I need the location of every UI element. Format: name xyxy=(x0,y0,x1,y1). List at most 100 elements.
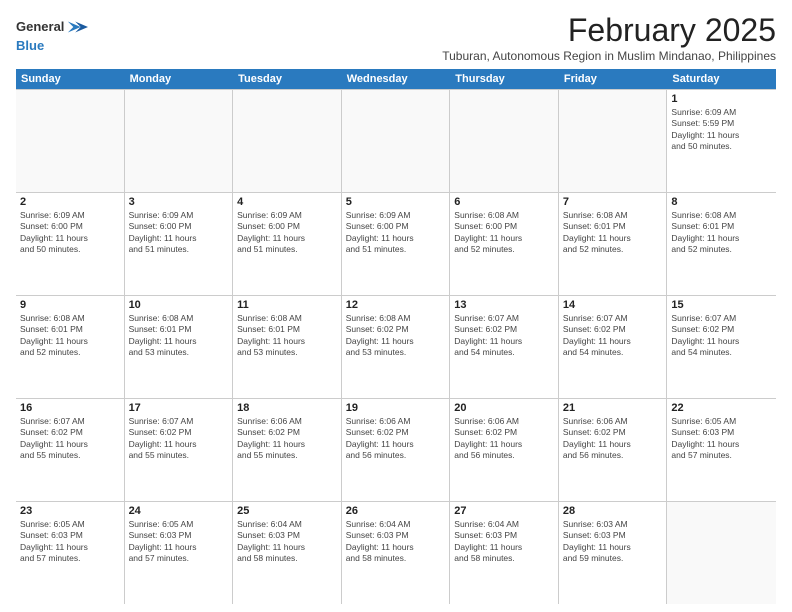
day-number-14: 14 xyxy=(563,299,663,311)
calendar-cell-r3-c3: 19 Sunrise: 6:06 AM Sunset: 6:02 PM Dayli… xyxy=(342,399,451,501)
day-number-24: 24 xyxy=(129,505,229,517)
day-info-27: Sunrise: 6:04 AM Sunset: 6:03 PM Dayligh… xyxy=(454,519,554,565)
header-tuesday: Tuesday xyxy=(233,69,342,89)
day-info-15: Sunrise: 6:07 AM Sunset: 6:02 PM Dayligh… xyxy=(671,313,772,359)
logo-text-general: General xyxy=(16,19,64,35)
day-info-8: Sunrise: 6:08 AM Sunset: 6:01 PM Dayligh… xyxy=(671,210,772,256)
day-info-24: Sunrise: 6:05 AM Sunset: 6:03 PM Dayligh… xyxy=(129,519,229,565)
calendar-cell-r1-c2: 4 Sunrise: 6:09 AM Sunset: 6:00 PM Daylig… xyxy=(233,193,342,295)
calendar-cell-r1-c6: 8 Sunrise: 6:08 AM Sunset: 6:01 PM Daylig… xyxy=(667,193,776,295)
calendar-cell-r4-c3: 26 Sunrise: 6:04 AM Sunset: 6:03 PM Dayli… xyxy=(342,502,451,604)
day-info-4: Sunrise: 6:09 AM Sunset: 6:00 PM Dayligh… xyxy=(237,210,337,256)
calendar-cell-r2-c2: 11 Sunrise: 6:08 AM Sunset: 6:01 PM Dayli… xyxy=(233,296,342,398)
day-number-26: 26 xyxy=(346,505,446,517)
day-number-22: 22 xyxy=(671,402,772,414)
day-info-17: Sunrise: 6:07 AM Sunset: 6:02 PM Dayligh… xyxy=(129,416,229,462)
day-number-9: 9 xyxy=(20,299,120,311)
page: General Blue February 2025 Tuburan, Auto… xyxy=(0,0,792,612)
day-number-20: 20 xyxy=(454,402,554,414)
day-info-21: Sunrise: 6:06 AM Sunset: 6:02 PM Dayligh… xyxy=(563,416,663,462)
day-number-23: 23 xyxy=(20,505,120,517)
calendar-cell-r1-c0: 2 Sunrise: 6:09 AM Sunset: 6:00 PM Daylig… xyxy=(16,193,125,295)
day-number-7: 7 xyxy=(563,196,663,208)
title-block: February 2025 Tuburan, Autonomous Region… xyxy=(442,12,776,63)
calendar-row-4: 23 Sunrise: 6:05 AM Sunset: 6:03 PM Dayli… xyxy=(16,502,776,604)
day-info-10: Sunrise: 6:08 AM Sunset: 6:01 PM Dayligh… xyxy=(129,313,229,359)
day-number-15: 15 xyxy=(671,299,772,311)
calendar-cell-r2-c3: 12Sunrise: 6:08 AM Sunset: 6:02 PM Dayli… xyxy=(342,296,451,398)
calendar-cell-r0-c6: 1 Sunrise: 6:09 AM Sunset: 5:59 PM Daylig… xyxy=(667,90,776,192)
calendar-cell-r1-c4: 6Sunrise: 6:08 AM Sunset: 6:00 PM Daylig… xyxy=(450,193,559,295)
day-number-11: 11 xyxy=(237,299,337,311)
day-info-22: Sunrise: 6:05 AM Sunset: 6:03 PM Dayligh… xyxy=(671,416,772,462)
day-info-25: Sunrise: 6:04 AM Sunset: 6:03 PM Dayligh… xyxy=(237,519,337,565)
header-friday: Friday xyxy=(559,69,668,89)
day-number-18: 18 xyxy=(237,402,337,414)
day-info-6: Sunrise: 6:08 AM Sunset: 6:00 PM Dayligh… xyxy=(454,210,554,256)
header-saturday: Saturday xyxy=(667,69,776,89)
day-info-1: Sunrise: 6:09 AM Sunset: 5:59 PM Dayligh… xyxy=(671,107,772,153)
month-year-title: February 2025 xyxy=(442,12,776,49)
day-number-12: 12 xyxy=(346,299,446,311)
day-number-5: 5 xyxy=(346,196,446,208)
calendar-cell-r4-c0: 23 Sunrise: 6:05 AM Sunset: 6:03 PM Dayli… xyxy=(16,502,125,604)
calendar-cell-r3-c2: 18 Sunrise: 6:06 AM Sunset: 6:02 PM Dayli… xyxy=(233,399,342,501)
day-info-16: Sunrise: 6:07 AM Sunset: 6:02 PM Dayligh… xyxy=(20,416,120,462)
day-number-3: 3 xyxy=(129,196,229,208)
calendar-cell-r1-c3: 5 Sunrise: 6:09 AM Sunset: 6:00 PM Daylig… xyxy=(342,193,451,295)
logo-arrow-icon xyxy=(66,16,88,38)
calendar-cell-r2-c4: 13 Sunrise: 6:07 AM Sunset: 6:02 PM Dayli… xyxy=(450,296,559,398)
day-number-25: 25 xyxy=(237,505,337,517)
day-info-18: Sunrise: 6:06 AM Sunset: 6:02 PM Dayligh… xyxy=(237,416,337,462)
calendar-cell-r4-c2: 25 Sunrise: 6:04 AM Sunset: 6:03 PM Dayli… xyxy=(233,502,342,604)
day-info-13: Sunrise: 6:07 AM Sunset: 6:02 PM Dayligh… xyxy=(454,313,554,359)
day-info-3: Sunrise: 6:09 AM Sunset: 6:00 PM Dayligh… xyxy=(129,210,229,256)
calendar-cell-r4-c1: 24 Sunrise: 6:05 AM Sunset: 6:03 PM Dayli… xyxy=(125,502,234,604)
day-number-4: 4 xyxy=(237,196,337,208)
day-number-2: 2 xyxy=(20,196,120,208)
calendar-cell-r0-c5 xyxy=(559,90,668,192)
day-info-9: Sunrise: 6:08 AM Sunset: 6:01 PM Dayligh… xyxy=(20,313,120,359)
calendar-cell-r3-c6: 22 Sunrise: 6:05 AM Sunset: 6:03 PM Dayli… xyxy=(667,399,776,501)
day-number-13: 13 xyxy=(454,299,554,311)
calendar-cell-r2-c5: 14Sunrise: 6:07 AM Sunset: 6:02 PM Dayli… xyxy=(559,296,668,398)
calendar-cell-r3-c1: 17Sunrise: 6:07 AM Sunset: 6:02 PM Dayli… xyxy=(125,399,234,501)
logo: General Blue xyxy=(16,16,88,54)
calendar-cell-r3-c0: 16 Sunrise: 6:07 AM Sunset: 6:02 PM Dayli… xyxy=(16,399,125,501)
day-number-27: 27 xyxy=(454,505,554,517)
day-number-8: 8 xyxy=(671,196,772,208)
header-monday: Monday xyxy=(125,69,234,89)
calendar-cell-r2-c0: 9 Sunrise: 6:08 AM Sunset: 6:01 PM Daylig… xyxy=(16,296,125,398)
day-number-16: 16 xyxy=(20,402,120,414)
day-info-11: Sunrise: 6:08 AM Sunset: 6:01 PM Dayligh… xyxy=(237,313,337,359)
calendar-cell-r3-c4: 20 Sunrise: 6:06 AM Sunset: 6:02 PM Dayli… xyxy=(450,399,559,501)
calendar-cell-r2-c1: 10 Sunrise: 6:08 AM Sunset: 6:01 PM Dayli… xyxy=(125,296,234,398)
calendar-cell-r4-c4: 27 Sunrise: 6:04 AM Sunset: 6:03 PM Dayli… xyxy=(450,502,559,604)
day-info-26: Sunrise: 6:04 AM Sunset: 6:03 PM Dayligh… xyxy=(346,519,446,565)
calendar-header: Sunday Monday Tuesday Wednesday Thursday… xyxy=(16,69,776,89)
day-number-21: 21 xyxy=(563,402,663,414)
calendar-cell-r1-c1: 3 Sunrise: 6:09 AM Sunset: 6:00 PM Daylig… xyxy=(125,193,234,295)
location-subtitle: Tuburan, Autonomous Region in Muslim Min… xyxy=(442,49,776,63)
day-info-2: Sunrise: 6:09 AM Sunset: 6:00 PM Dayligh… xyxy=(20,210,120,256)
day-info-5: Sunrise: 6:09 AM Sunset: 6:00 PM Dayligh… xyxy=(346,210,446,256)
day-info-19: Sunrise: 6:06 AM Sunset: 6:02 PM Dayligh… xyxy=(346,416,446,462)
calendar-body: 1 Sunrise: 6:09 AM Sunset: 5:59 PM Daylig… xyxy=(16,89,776,604)
calendar-cell-r4-c6 xyxy=(667,502,776,604)
header-wednesday: Wednesday xyxy=(342,69,451,89)
calendar-row-0: 1 Sunrise: 6:09 AM Sunset: 5:59 PM Daylig… xyxy=(16,90,776,193)
header-sunday: Sunday xyxy=(16,69,125,89)
calendar-cell-r3-c5: 21 Sunrise: 6:06 AM Sunset: 6:02 PM Dayli… xyxy=(559,399,668,501)
calendar-cell-r0-c2 xyxy=(233,90,342,192)
day-number-28: 28 xyxy=(563,505,663,517)
day-number-1: 1 xyxy=(671,93,772,105)
day-number-10: 10 xyxy=(129,299,229,311)
calendar-row-1: 2 Sunrise: 6:09 AM Sunset: 6:00 PM Daylig… xyxy=(16,193,776,296)
header: General Blue February 2025 Tuburan, Auto… xyxy=(16,12,776,63)
calendar-cell-r0-c0 xyxy=(16,90,125,192)
day-number-19: 19 xyxy=(346,402,446,414)
day-info-23: Sunrise: 6:05 AM Sunset: 6:03 PM Dayligh… xyxy=(20,519,120,565)
calendar-cell-r2-c6: 15 Sunrise: 6:07 AM Sunset: 6:02 PM Dayli… xyxy=(667,296,776,398)
calendar-cell-r4-c5: 28Sunrise: 6:03 AM Sunset: 6:03 PM Dayli… xyxy=(559,502,668,604)
day-info-20: Sunrise: 6:06 AM Sunset: 6:02 PM Dayligh… xyxy=(454,416,554,462)
